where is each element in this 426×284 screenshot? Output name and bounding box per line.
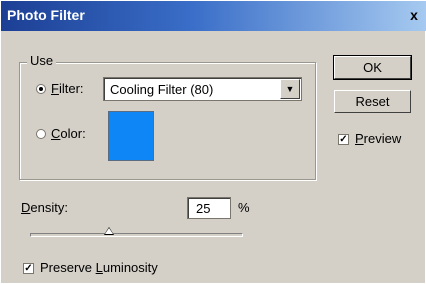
filter-radio[interactable] [36, 84, 46, 94]
color-swatch[interactable] [108, 111, 154, 161]
reset-button[interactable]: Reset [334, 90, 411, 113]
density-input[interactable]: 25 [187, 197, 231, 219]
preserve-luminosity-label[interactable]: Preserve Luminosity [40, 260, 158, 275]
dropdown-arrow-icon[interactable]: ▼ [280, 79, 300, 99]
color-radio[interactable] [36, 129, 46, 139]
density-slider-track[interactable] [30, 233, 243, 237]
title-bar[interactable]: Photo Filter x [1, 1, 426, 31]
preview-label[interactable]: Preview [355, 131, 401, 146]
density-value: 25 [196, 201, 211, 216]
color-radio-label[interactable]: Color: [51, 126, 86, 141]
close-icon[interactable]: x [405, 7, 423, 24]
filter-radio-label[interactable]: Filter: [51, 81, 84, 96]
density-slider-thumb[interactable] [104, 227, 115, 235]
filter-select-value: Cooling Filter (80) [110, 82, 214, 97]
use-group-label: Use [27, 53, 57, 68]
photo-filter-dialog: Photo Filter x Use Filter: Cooling Filte… [0, 0, 426, 284]
ok-button[interactable]: OK [333, 55, 412, 80]
window-title: Photo Filter [7, 7, 85, 23]
preserve-luminosity-checkbox[interactable]: ✓ [23, 263, 34, 274]
filter-select[interactable]: Cooling Filter (80) ▼ [103, 77, 302, 101]
density-label: Density: [21, 200, 68, 215]
density-unit: % [238, 200, 250, 215]
preview-checkbox[interactable]: ✓ [338, 134, 349, 145]
